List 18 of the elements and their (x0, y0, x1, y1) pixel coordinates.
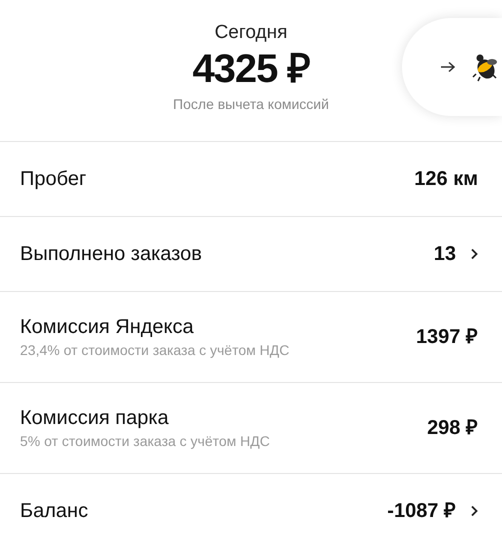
earnings-amount: 4325 ₽ (192, 46, 310, 92)
row-value: 1397 ₽ (416, 325, 478, 350)
bee-icon (472, 52, 500, 82)
row-label: Комиссия Яндекса (20, 315, 195, 340)
row-label: Пробег (20, 167, 86, 192)
row-label: Комиссия парка (20, 406, 170, 431)
row-value: -1087 ₽ (387, 499, 456, 524)
row-value: 126 км (414, 167, 478, 192)
row-note: 5% от стоимости заказа с учётом НДС (20, 432, 270, 451)
arrow-right-icon (440, 61, 456, 73)
row-value: 13 (434, 242, 456, 267)
title: Сегодня (214, 21, 288, 45)
subtitle: После вычета комиссий (173, 95, 329, 114)
next-button[interactable] (402, 18, 502, 116)
row-note: 23,4% от стоимости заказа с учётом НДС (20, 341, 290, 360)
row-label: Выполнено заказов (20, 242, 202, 267)
row-label: Баланс (20, 499, 88, 524)
row-value: 298 ₽ (427, 416, 478, 441)
